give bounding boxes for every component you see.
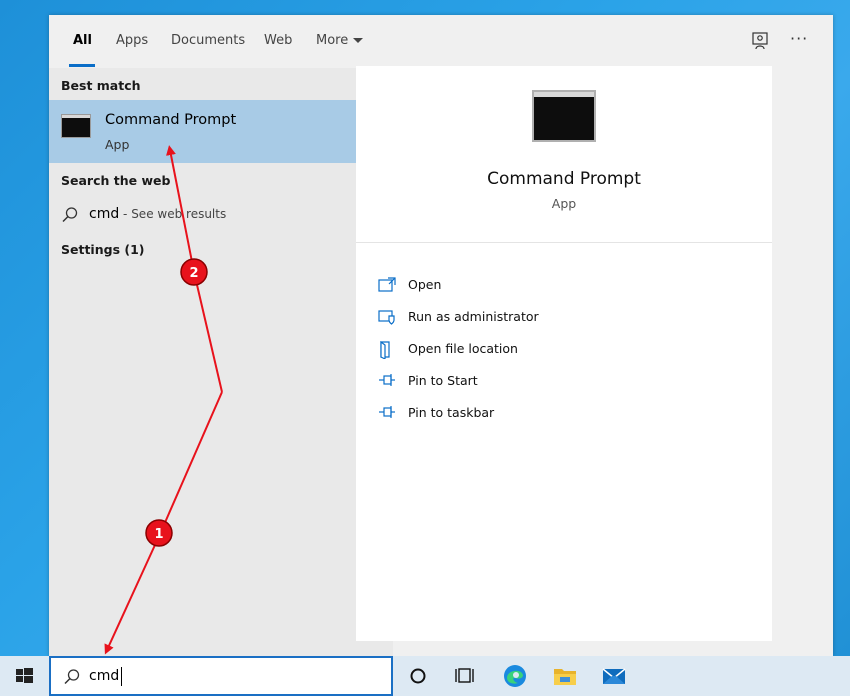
- task-view-icon[interactable]: [451, 662, 479, 690]
- detail-pane: Command Prompt App Open Run as administr…: [356, 66, 772, 641]
- edge-icon[interactable]: [501, 662, 529, 690]
- chevron-down-icon: [353, 38, 364, 43]
- action-pin-to-taskbar[interactable]: Pin to taskbar: [378, 403, 758, 425]
- action-open[interactable]: Open: [378, 275, 758, 297]
- best-match-title: Command Prompt: [105, 112, 237, 128]
- command-prompt-large-icon: [532, 90, 596, 142]
- web-search-result[interactable]: cmd - See web results: [49, 202, 393, 230]
- best-match-subtitle: App: [105, 137, 130, 152]
- settings-header[interactable]: Settings (1): [61, 242, 144, 257]
- more-options-icon[interactable]: ···: [790, 29, 812, 49]
- windows-start-icon[interactable]: [0, 656, 48, 696]
- best-match-command-prompt[interactable]: Command Prompt App: [49, 100, 393, 163]
- feedback-icon[interactable]: [750, 31, 770, 51]
- best-match-header: Best match: [61, 78, 141, 93]
- search-icon: [64, 669, 80, 685]
- results-column: Best match Command Prompt App Search the…: [49, 68, 393, 656]
- action-open-label: Open: [408, 277, 442, 292]
- tab-more-label: More: [316, 33, 349, 48]
- search-icon: [62, 207, 78, 223]
- active-tab-indicator: [69, 64, 95, 67]
- mail-icon[interactable]: [600, 662, 628, 690]
- text-caret: [121, 667, 122, 686]
- tab-all[interactable]: All: [73, 33, 92, 48]
- web-query-text: cmd: [89, 206, 120, 222]
- file-explorer-icon[interactable]: [551, 662, 579, 690]
- tab-more[interactable]: More: [316, 33, 364, 48]
- file-location-icon: [380, 341, 390, 359]
- taskbar-search-box[interactable]: [49, 656, 393, 696]
- command-prompt-icon: [61, 114, 91, 138]
- action-open-file-location-label: Open file location: [408, 341, 518, 356]
- web-query-suffix: - See web results: [119, 207, 227, 221]
- tabs-bar: All Apps Documents Web More ···: [49, 15, 833, 68]
- pin-icon: [379, 406, 395, 418]
- run-as-admin-icon: [378, 310, 395, 325]
- tab-documents[interactable]: Documents: [171, 33, 245, 48]
- action-pin-to-start-label: Pin to Start: [408, 373, 478, 388]
- detail-divider: [356, 242, 772, 243]
- desktop: All Apps Documents Web More ··· Best mat…: [0, 0, 850, 696]
- action-run-as-administrator[interactable]: Run as administrator: [378, 307, 758, 329]
- pin-icon: [379, 374, 395, 386]
- detail-subtitle: App: [551, 196, 577, 211]
- action-run-as-admin-label: Run as administrator: [408, 309, 539, 324]
- detail-title: Command Prompt: [487, 169, 641, 189]
- taskbar: [0, 656, 850, 696]
- tab-web[interactable]: Web: [264, 33, 292, 48]
- action-open-file-location[interactable]: Open file location: [378, 339, 758, 361]
- action-pin-to-taskbar-label: Pin to taskbar: [408, 405, 495, 420]
- open-icon: [378, 277, 396, 292]
- action-pin-to-start[interactable]: Pin to Start: [378, 371, 758, 393]
- taskbar-search-input[interactable]: [89, 666, 379, 686]
- cortana-icon[interactable]: [404, 662, 432, 690]
- search-web-header: Search the web: [61, 173, 171, 188]
- web-search-query: cmd - See web results: [89, 206, 226, 222]
- tab-apps[interactable]: Apps: [116, 33, 148, 48]
